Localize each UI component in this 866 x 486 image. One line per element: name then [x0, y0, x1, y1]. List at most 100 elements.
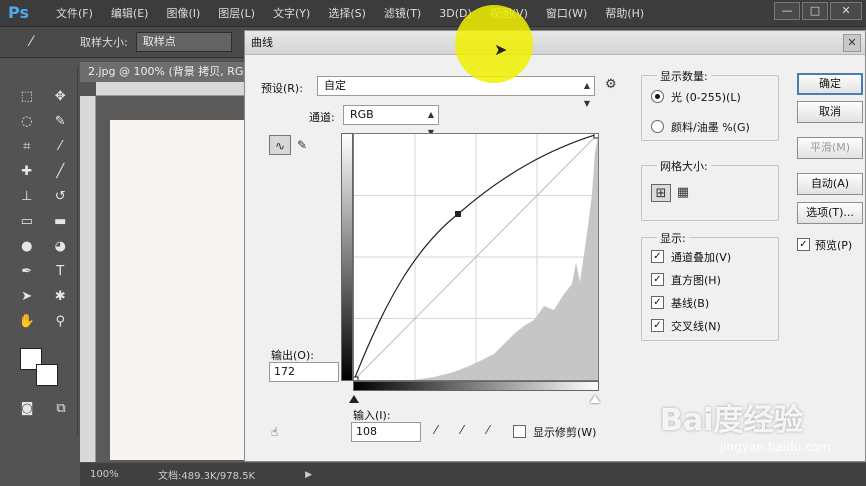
histogram-label: 直方图(H) [671, 274, 721, 287]
dialog-title: 曲线 [245, 31, 865, 55]
curve-point-end [593, 132, 600, 139]
screen-mode-icon[interactable]: ⧉ [50, 401, 72, 416]
chevron-down-icon: ▲▼ [583, 81, 590, 108]
menu-window[interactable]: 窗口(W) [546, 5, 587, 21]
preset-value: 自定 [324, 79, 346, 92]
eyedropper-icon[interactable]: ⁄ [30, 34, 52, 50]
black-eyedropper-icon[interactable]: ⁄ [435, 423, 437, 437]
intersection-checkbox[interactable]: ✓ [651, 319, 664, 332]
menu-bar: Ps 文件(F) 编辑(E) 图像(I) 图层(L) 文字(Y) 选择(S) 滤… [0, 0, 866, 26]
toolbox: ⬚ ✥ ◌ ✎ ⌗ ⁄ ✚ ╱ ⊥ ↺ ▭ ▬ ● ◕ ✒ T ➤ ✱ ✋ ⚲ ◙ ⧉ [10, 66, 78, 436]
crop-tool-icon[interactable]: ⌗ [16, 139, 38, 154]
gradient-tool-icon[interactable]: ▬ [49, 214, 71, 229]
grid-simple-icon[interactable]: ⊞ [651, 184, 671, 202]
input-gradient-bar [353, 381, 599, 391]
baseline-label: 基线(B) [671, 297, 710, 310]
output-field[interactable]: 172 [269, 362, 339, 382]
output-label: 输出(O): [271, 349, 314, 362]
shape-tool-icon[interactable]: ✱ [49, 289, 71, 304]
status-bar: 100% 文档:489.3K/978.5K ▶ [80, 463, 866, 486]
dodge-tool-icon[interactable]: ◕ [49, 239, 71, 254]
marquee-tool-icon[interactable]: ⬚ [16, 89, 38, 104]
channel-value: RGB [350, 108, 374, 121]
pen-tool-icon[interactable]: ✒ [16, 264, 38, 279]
pigment-radio[interactable] [651, 120, 664, 133]
vertical-ruler [80, 96, 96, 462]
show-clipping-checkbox[interactable] [513, 425, 526, 438]
path-select-icon[interactable]: ➤ [16, 289, 38, 304]
channel-overlay-checkbox[interactable]: ✓ [651, 250, 664, 263]
curve-graph-area [341, 132, 605, 391]
pigment-label: 颜料/油墨 %(G) [671, 121, 750, 134]
grid-detailed-icon[interactable]: ▦ [673, 184, 693, 202]
white-eyedropper-icon[interactable]: ⁄ [487, 423, 489, 437]
dialog-close-button[interactable]: ✕ [843, 34, 861, 52]
document-canvas[interactable] [110, 120, 250, 460]
preview-checkbox[interactable]: ✓ [797, 238, 810, 251]
curve-graph-svg [352, 132, 600, 383]
curve-graph[interactable] [352, 132, 600, 383]
maximize-button[interactable]: □ [802, 2, 828, 20]
gray-eyedropper-icon[interactable]: ⁄ [461, 423, 463, 437]
channel-overlay-label: 通道叠加(V) [671, 251, 732, 264]
pencil-icon[interactable]: ✎ [291, 135, 313, 155]
mouse-cursor-icon: ➤ [494, 40, 508, 59]
channel-select[interactable]: RGB ▲▼ [343, 105, 439, 137]
menu-image[interactable]: 图像(I) [166, 5, 200, 21]
black-point-slider[interactable] [349, 395, 359, 403]
light-radio[interactable] [651, 90, 664, 103]
curve-point-tool-icon[interactable]: ∿ [269, 135, 291, 155]
zoom-level[interactable]: 100% [90, 469, 138, 480]
zoom-tool-icon[interactable]: ⚲ [49, 314, 71, 329]
background-color-swatch[interactable] [36, 364, 58, 386]
status-menu-arrow[interactable]: ▶ [305, 470, 312, 480]
baidu-watermark: Bai度经验 [660, 403, 804, 438]
horizontal-ruler [96, 82, 256, 96]
curve-point-start [352, 376, 359, 383]
cancel-button[interactable]: 取消 [797, 101, 863, 123]
menu-select[interactable]: 选择(S) [328, 5, 366, 21]
menu-help[interactable]: 帮助(H) [605, 5, 644, 21]
hand-tool-icon[interactable]: ✋ [16, 314, 38, 329]
input-field[interactable]: 108 [351, 422, 421, 442]
gear-icon[interactable]: ⚙ [605, 77, 617, 92]
histogram-checkbox[interactable]: ✓ [651, 273, 664, 286]
preview-label: 预览(P) [815, 239, 853, 252]
menu-filter[interactable]: 滤镜(T) [384, 5, 421, 21]
menu-type[interactable]: 文字(Y) [273, 5, 310, 21]
baseline-checkbox[interactable]: ✓ [651, 296, 664, 309]
close-window-button[interactable]: ✕ [830, 2, 862, 20]
ok-button[interactable]: 确定 [797, 73, 863, 95]
intersection-label: 交叉线(N) [671, 320, 721, 333]
menu-edit[interactable]: 编辑(E) [111, 5, 149, 21]
output-gradient-bar [341, 133, 353, 381]
brush-tool-icon[interactable]: ╱ [49, 164, 71, 179]
eraser-tool-icon[interactable]: ▭ [16, 214, 38, 229]
lasso-tool-icon[interactable]: ◌ [16, 114, 38, 129]
eyedropper-tool-icon[interactable]: ⁄ [49, 139, 71, 154]
healing-brush-icon[interactable]: ✚ [16, 164, 38, 179]
sample-size-select[interactable]: 取样点 [135, 32, 232, 52]
hand-adjust-icon[interactable]: ☝ [271, 425, 278, 439]
minimize-button[interactable]: — [774, 2, 800, 20]
options-button[interactable]: 选项(T)... [797, 202, 863, 224]
doc-size-info: 文档:489.3K/978.5K [158, 471, 256, 482]
document-tab[interactable]: 2.jpg @ 100% (背景 拷贝, RGB [80, 62, 250, 82]
menu-layer[interactable]: 图层(L) [218, 5, 255, 21]
preset-label: 预设(R): [261, 82, 303, 95]
preset-select[interactable]: 自定 ▲ ▼ [317, 76, 595, 108]
grid-size-title: 网格大小: [657, 158, 711, 174]
show-amount-title: 显示数量: [657, 68, 711, 84]
white-point-slider[interactable] [590, 395, 600, 403]
stamp-tool-icon[interactable]: ⊥ [16, 189, 38, 204]
smooth-button[interactable]: 平滑(M) [797, 137, 863, 159]
quick-select-icon[interactable]: ✎ [49, 114, 71, 129]
type-tool-icon[interactable]: T [49, 264, 71, 279]
blur-tool-icon[interactable]: ● [16, 239, 38, 254]
menu-file[interactable]: 文件(F) [56, 5, 93, 21]
auto-button[interactable]: 自动(A) [797, 173, 863, 195]
light-label: 光 (0-255)(L) [671, 91, 741, 104]
quick-mask-icon[interactable]: ◙ [16, 401, 38, 416]
move-tool-icon[interactable]: ✥ [49, 89, 71, 104]
history-brush-icon[interactable]: ↺ [49, 189, 71, 204]
